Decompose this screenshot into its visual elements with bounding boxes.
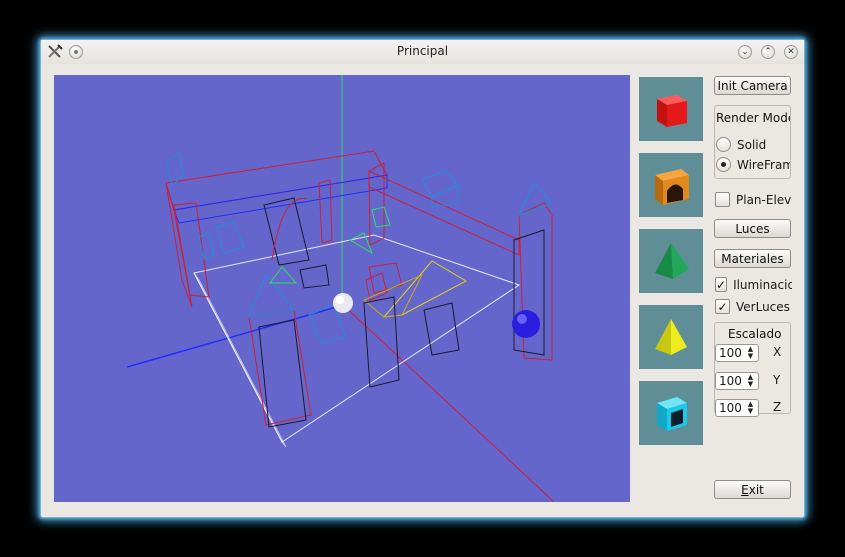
exit-mnemonic: E: [741, 482, 749, 497]
render-mode-group: Render Mode Solid WireFrame: [714, 105, 791, 179]
radio-wireframe-indicator[interactable]: [716, 157, 731, 172]
scale-z-spinbox[interactable]: 100 ▲ ▼: [715, 399, 759, 417]
3d-viewport[interactable]: [54, 75, 630, 502]
thumbnail-green-tetrahedron[interactable]: [639, 229, 703, 293]
plan-elev-label: Plan-Elev: [736, 192, 792, 207]
thumbnail-yellow-pyramid[interactable]: [639, 305, 703, 369]
exit-label: xit: [748, 482, 764, 497]
escalado-title: Escalado: [728, 327, 782, 341]
luces-button[interactable]: Luces: [714, 219, 791, 238]
radio-wireframe-label: WireFrame: [737, 157, 790, 172]
scale-y-label: Y: [773, 373, 781, 387]
radio-wireframe[interactable]: WireFrame: [716, 157, 790, 172]
yellow-pyramid-icon: [655, 319, 687, 355]
radio-solid-indicator[interactable]: [716, 137, 731, 152]
floor-outline: [193, 234, 521, 443]
escalado-group: Escalado 100 ▲ ▼ X 100 ▲ ▼ Y 100 ▲ ▼ Z: [714, 322, 791, 417]
scale-x-label: X: [773, 345, 782, 359]
exit-button[interactable]: Exit: [714, 480, 791, 499]
cyan-hollow-cube-icon: [657, 397, 687, 431]
spin-arrows-icon[interactable]: ▲ ▼: [744, 401, 757, 415]
radio-solid[interactable]: Solid: [716, 137, 766, 152]
spin-arrows-icon[interactable]: ▲ ▼: [744, 346, 757, 360]
verluces-label: VerLuces: [736, 299, 790, 314]
orange-arch-icon: [655, 169, 689, 205]
maximize-button[interactable]: ⌃: [761, 45, 775, 59]
minimize-button[interactable]: ⌄: [738, 45, 752, 59]
blue-light-sphere: [512, 310, 540, 338]
init-camera-button[interactable]: Init Camera: [714, 76, 791, 95]
window-title: Principal: [396, 44, 449, 58]
radio-solid-label: Solid: [737, 137, 767, 152]
wireframe-scene: [126, 75, 555, 502]
iluminacion-box[interactable]: ✓: [715, 277, 728, 292]
thumbnail-cyan-hollow-cube[interactable]: [639, 381, 703, 445]
scale-x-spinbox[interactable]: 100 ▲ ▼: [715, 344, 759, 362]
close-button[interactable]: ✕: [784, 45, 798, 59]
thumbnail-orange-arch[interactable]: [639, 153, 703, 217]
plan-elev-box[interactable]: [715, 192, 730, 207]
maximize-icon: ⌃: [764, 46, 772, 57]
red-cube-icon: [657, 95, 687, 127]
verluces-box[interactable]: ✓: [715, 299, 730, 314]
main-window: Principal ⌄ ⌃ ✕ Init Camera Render Mode …: [40, 39, 805, 518]
iluminacion-checkbox[interactable]: ✓ Iluminacion: [715, 277, 792, 292]
verluces-checkbox[interactable]: ✓ VerLuces: [715, 299, 790, 314]
white-light-sphere: [333, 293, 353, 313]
thumbnail-red-cube[interactable]: [639, 77, 703, 141]
title-bar[interactable]: Principal ⌄ ⌃ ✕: [41, 40, 804, 64]
scale-y-spinbox[interactable]: 100 ▲ ▼: [715, 372, 759, 390]
scale-y-value: 100: [719, 374, 742, 388]
scale-z-label: Z: [773, 400, 782, 414]
scale-x-value: 100: [719, 346, 742, 360]
iluminacion-label: Iluminacion: [733, 277, 792, 292]
materiales-button[interactable]: Materiales: [714, 249, 791, 268]
scale-z-value: 100: [719, 401, 742, 415]
render-mode-title: Render Mode: [716, 111, 790, 125]
plan-elev-checkbox[interactable]: Plan-Elev: [715, 192, 791, 207]
minimize-icon: ⌄: [741, 46, 749, 57]
close-icon: ✕: [787, 46, 795, 57]
spin-arrows-icon[interactable]: ▲ ▼: [744, 374, 757, 388]
green-tetrahedron-icon: [655, 243, 689, 279]
